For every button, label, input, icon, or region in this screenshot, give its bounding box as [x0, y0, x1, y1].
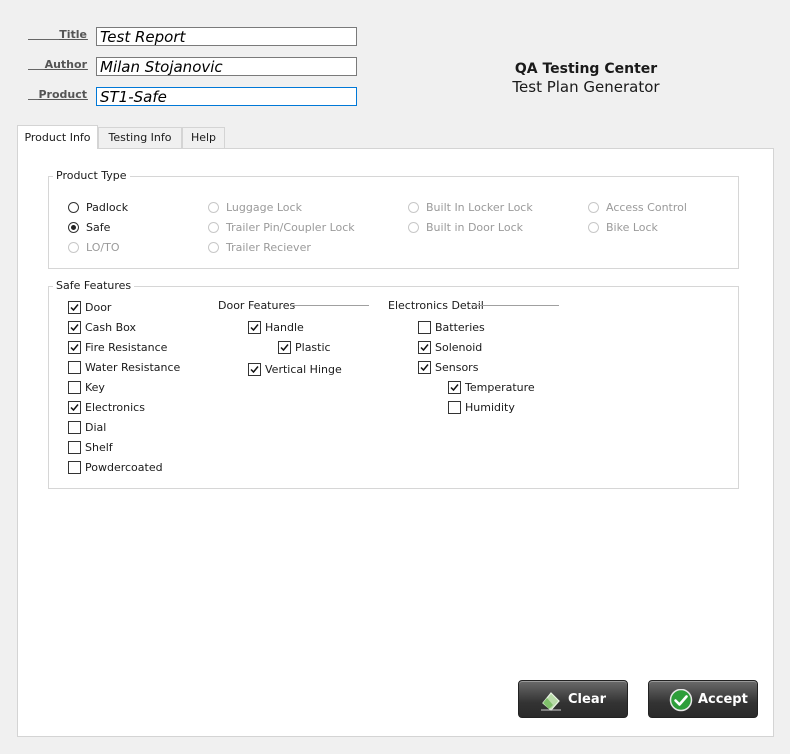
- checkbox-box: [448, 401, 461, 414]
- title-label: Title: [59, 28, 87, 41]
- radio-label: Built in Door Lock: [426, 221, 523, 234]
- radio-dot: [588, 202, 599, 213]
- checkbox-label: Handle: [265, 321, 304, 334]
- radio-dot: [208, 202, 219, 213]
- door-features-title: Door Features: [218, 299, 296, 312]
- checkmark-icon: [420, 344, 429, 352]
- checkbox-label: Vertical Hinge: [265, 363, 342, 376]
- radio-label: Built In Locker Lock: [426, 201, 533, 214]
- checkbox-box: [418, 341, 431, 354]
- checkbox-box: [248, 321, 261, 334]
- radio-dot: [68, 202, 79, 213]
- checkbox-label: Powdercoated: [85, 461, 163, 474]
- radio-label: Access Control: [606, 201, 687, 214]
- checkbox-label: Electronics: [85, 401, 145, 414]
- checkbox-label: Humidity: [465, 401, 515, 414]
- electronics-detail-title: Electronics Detail: [388, 299, 484, 312]
- safe-features-title: Safe Features: [53, 279, 135, 292]
- radio-dot: [408, 222, 419, 233]
- checkbox-box: [68, 361, 81, 374]
- checkmark-icon: [70, 344, 79, 352]
- checkmark-icon: [250, 324, 259, 332]
- checkbox-label: Temperature: [465, 381, 535, 394]
- checkbox-box: [68, 401, 81, 414]
- accept-button-label: Accept: [698, 692, 748, 707]
- checkbox-box: [68, 321, 81, 334]
- eraser-icon: [539, 689, 563, 715]
- author-label: Author: [44, 58, 87, 71]
- product-input[interactable]: [96, 87, 357, 106]
- checkbox-box: [418, 361, 431, 374]
- checkbox-box: [248, 363, 261, 376]
- author-input[interactable]: [96, 57, 357, 76]
- radio-dot: [68, 242, 79, 253]
- checkmark-icon: [70, 404, 79, 412]
- checkbox-box: [68, 461, 81, 474]
- checkbox-label: Fire Resistance: [85, 341, 168, 354]
- checkbox-box: [68, 421, 81, 434]
- radio-dot: [408, 202, 419, 213]
- checkbox-label: Door: [85, 301, 112, 314]
- accept-button[interactable]: Accept: [648, 680, 758, 718]
- checkmark-icon: [280, 344, 289, 352]
- checkbox-label: Cash Box: [85, 321, 137, 334]
- checkmark-icon: [420, 364, 429, 372]
- checkbox-box: [68, 301, 81, 314]
- tab-product-info[interactable]: Product Info: [17, 125, 98, 149]
- radio-label: Trailer Pin/Coupler Lock: [226, 221, 355, 234]
- checkbox-box: [418, 321, 431, 334]
- radio-label: Bike Lock: [606, 221, 658, 234]
- clear-button[interactable]: Clear: [518, 680, 628, 718]
- checkbox-box: [68, 441, 81, 454]
- checkbox-label: Dial: [85, 421, 107, 434]
- checkbox-label: Batteries: [435, 321, 485, 334]
- checkbox-label: Water Resistance: [85, 361, 181, 374]
- checkmark-icon: [250, 366, 259, 374]
- checkbox-label: Solenoid: [435, 341, 483, 354]
- brand-subtitle: Test Plan Generator: [512, 78, 660, 96]
- radio-label: Safe: [86, 221, 111, 234]
- checkmark-icon: [70, 324, 79, 332]
- checkbox-box: [68, 381, 81, 394]
- radio-dot: [208, 222, 219, 233]
- electronics-detail-rule: [471, 305, 559, 306]
- safe-features-group: [48, 286, 739, 489]
- title-input[interactable]: [96, 27, 357, 46]
- radio-dot: [68, 222, 79, 233]
- radio-label: Luggage Lock: [226, 201, 302, 214]
- checkbox-box: [68, 341, 81, 354]
- radio-label: Padlock: [86, 201, 129, 214]
- tab-testing-info[interactable]: Testing Info: [98, 127, 182, 148]
- tab-help[interactable]: Help: [182, 127, 225, 148]
- brand-title: QA Testing Center: [514, 61, 658, 77]
- door-features-rule: [291, 305, 369, 306]
- checkbox-label: Key: [85, 381, 105, 394]
- radio-dot: [208, 242, 219, 253]
- checkmark-circle-icon: [669, 688, 693, 717]
- product-type-title: Product Type: [53, 169, 130, 182]
- radio-label: LO/TO: [86, 241, 120, 254]
- checkmark-icon: [70, 304, 79, 312]
- checkmark-icon: [450, 384, 459, 392]
- checkbox-box: [278, 341, 291, 354]
- radio-label: Trailer Reciever: [226, 241, 311, 254]
- checkbox-label: Plastic: [295, 341, 331, 354]
- radio-dot: [588, 222, 599, 233]
- checkbox-label: Shelf: [85, 441, 113, 454]
- product-label: Product: [38, 88, 87, 101]
- checkbox-label: Sensors: [435, 361, 479, 374]
- clear-button-label: Clear: [568, 692, 606, 707]
- checkbox-box: [448, 381, 461, 394]
